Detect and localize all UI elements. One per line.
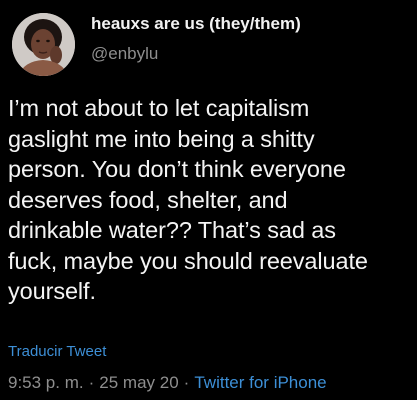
tweet-text: I’m not about to let capitalism gaslight…	[8, 95, 368, 304]
tweet-time[interactable]: 9:53 p. m.	[8, 373, 84, 392]
tweet: heauxs are us (they/them) @enbylu I’m no…	[0, 0, 417, 400]
tweet-metadata: 9:53 p. m. · 25 may 20 · Twitter for iPhone	[8, 373, 327, 393]
avatar[interactable]	[12, 13, 75, 76]
author-display-name[interactable]: heauxs are us (they/them)	[91, 14, 301, 34]
tweet-date[interactable]: 25 may 20	[99, 373, 178, 392]
meta-separator: ·	[88, 373, 95, 392]
author-handle[interactable]: @enbylu	[91, 44, 158, 64]
profile-photo-icon	[12, 13, 75, 76]
tweet-source-link[interactable]: Twitter for iPhone	[194, 373, 326, 392]
meta-separator: ·	[183, 373, 190, 392]
translate-tweet-link[interactable]: Traducir Tweet	[8, 343, 106, 360]
